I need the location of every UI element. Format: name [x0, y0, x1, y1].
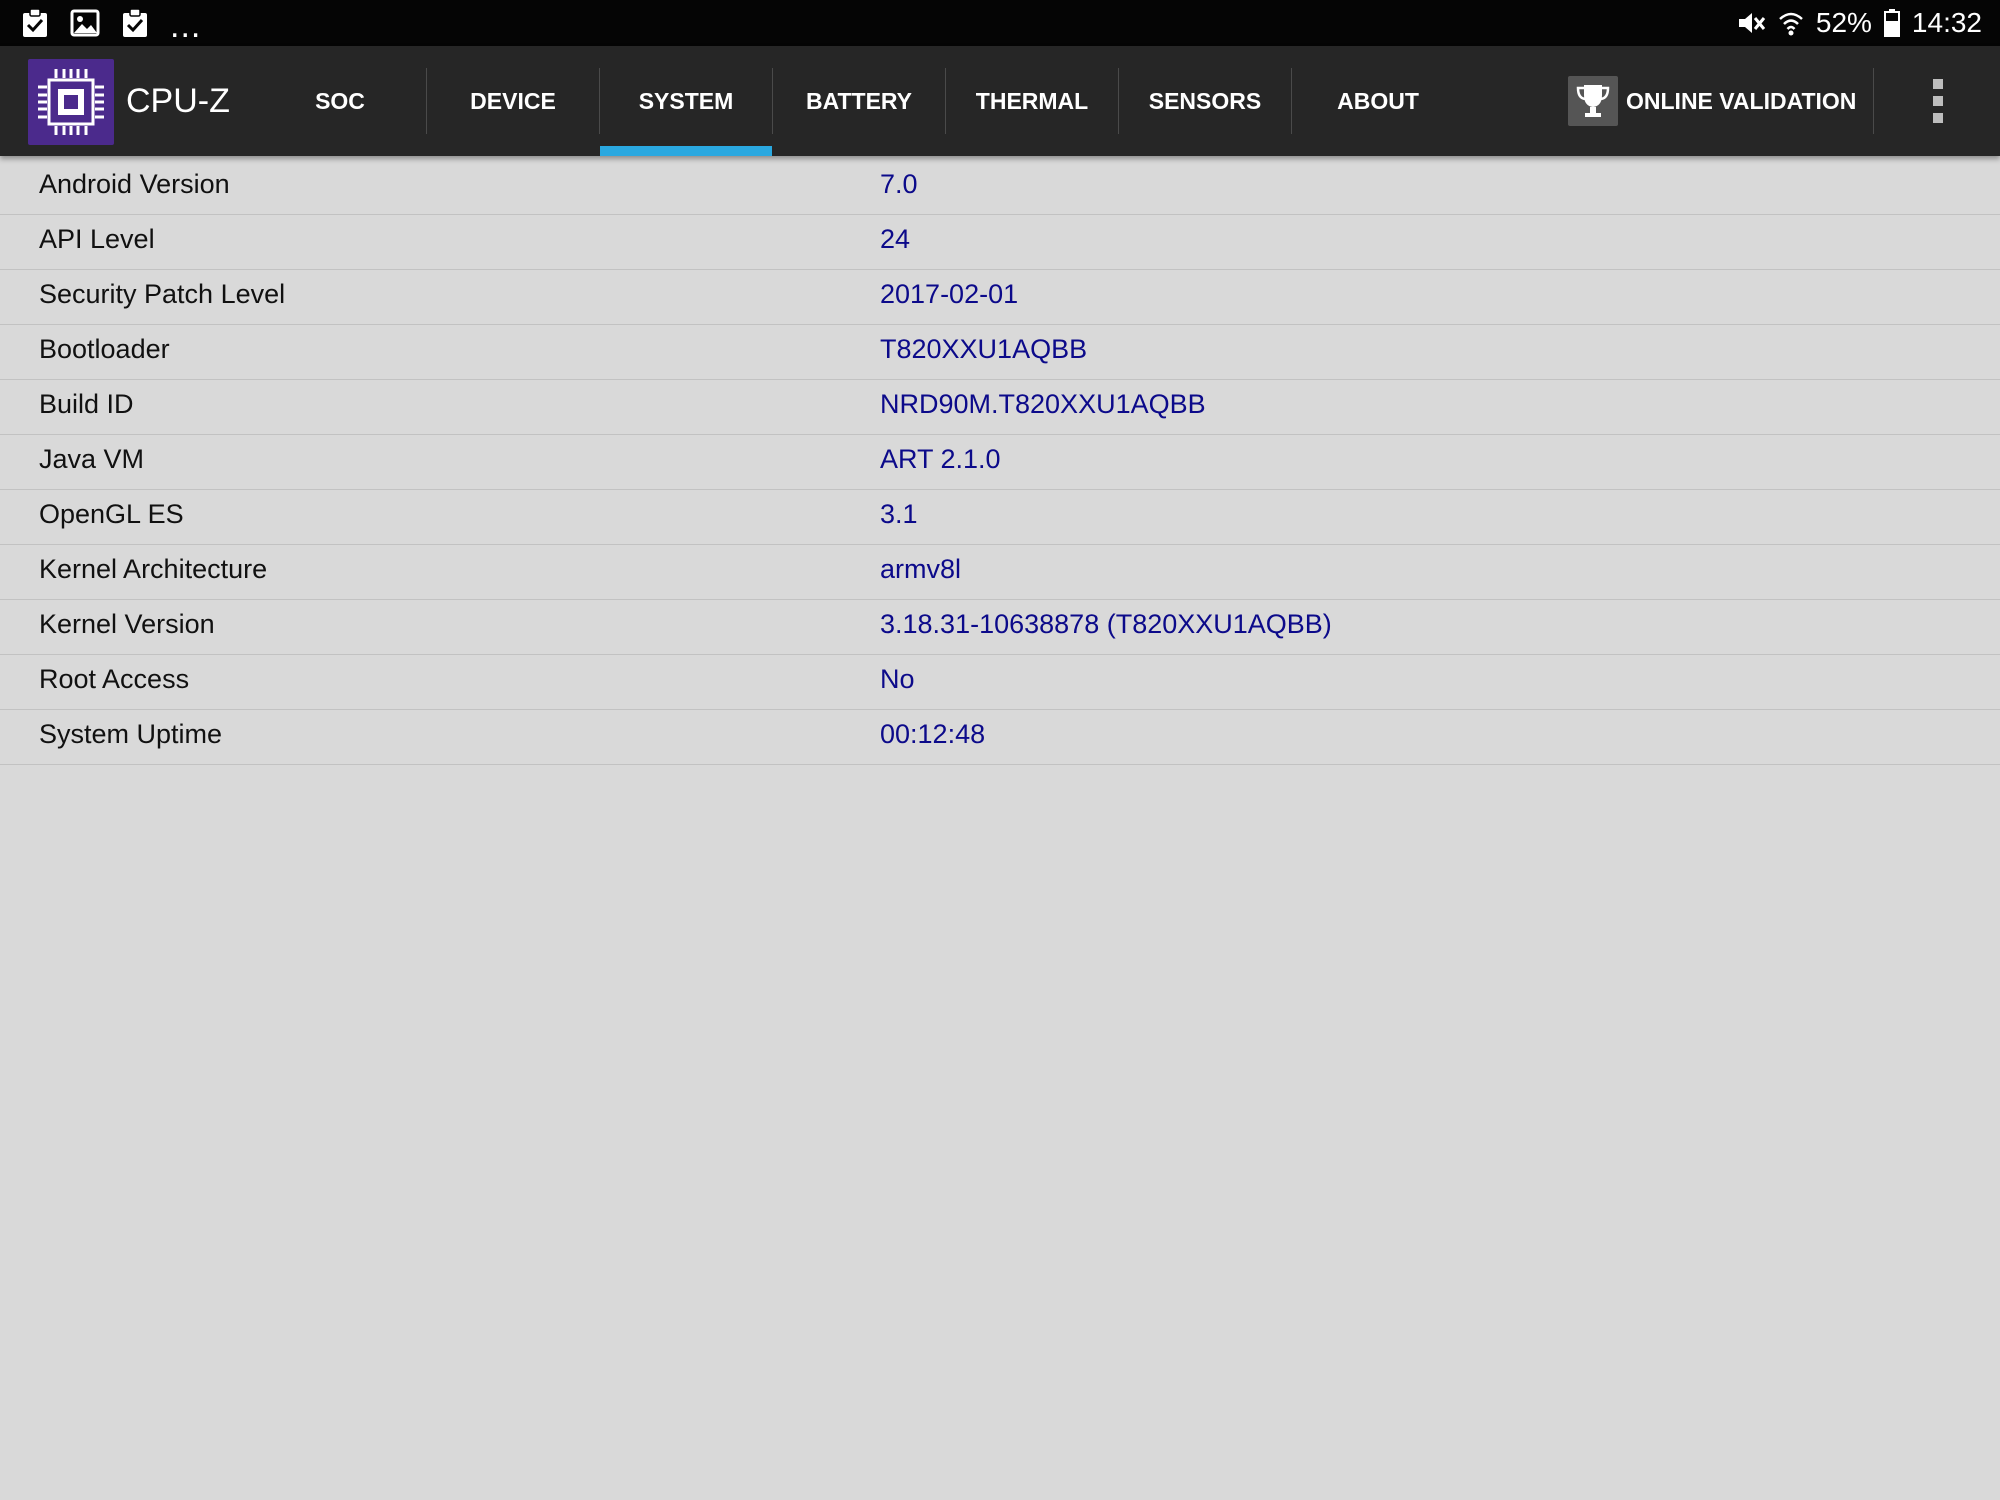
tab-bar: SOC DEVICE SYSTEM BATTERY THERMAL SENSOR…	[254, 46, 1464, 156]
row-label: API Level	[39, 224, 155, 254]
app-title: CPU-Z	[126, 82, 230, 120]
row-label: Root Access	[39, 664, 190, 694]
battery-icon	[1883, 9, 1900, 37]
overflow-menu-icon[interactable]	[1918, 79, 1958, 123]
row-value: armv8l	[880, 554, 962, 584]
row-label: Java VM	[39, 444, 145, 474]
row-label: Kernel Version	[39, 609, 215, 639]
row-value: 2017-02-01	[880, 279, 1019, 309]
system-info-table: Android Version 7.0 API Level 24 Securit…	[0, 160, 2000, 765]
row-value: T820XXU1AQBB	[880, 334, 1088, 364]
table-row: Root Access No	[0, 655, 2000, 710]
row-label: OpenGL ES	[39, 499, 184, 529]
row-label: System Uptime	[39, 719, 223, 749]
table-row: System Uptime 00:12:48	[0, 710, 2000, 765]
row-label: Android Version	[39, 169, 230, 199]
table-row: OpenGL ES 3.1	[0, 490, 2000, 545]
table-row: Security Patch Level 2017-02-01	[0, 270, 2000, 325]
row-value: NRD90M.T820XXU1AQBB	[880, 389, 1206, 419]
mute-icon	[1736, 8, 1766, 38]
system-status-area: 52% 14:32	[1736, 5, 1982, 41]
row-value: 00:12:48	[880, 719, 986, 749]
image-icon	[70, 8, 100, 38]
row-value: 3.1	[880, 499, 918, 529]
more-notifications-indicator: ...	[170, 7, 202, 45]
table-row: Build ID NRD90M.T820XXU1AQBB	[0, 380, 2000, 435]
online-validation-button[interactable]: ONLINE VALIDATION	[1568, 46, 1856, 156]
tab-battery[interactable]: BATTERY	[773, 46, 945, 156]
battery-percent: 52%	[1815, 7, 1872, 38]
row-value: ART 2.1.0	[880, 444, 1001, 474]
notification-icons: ...	[20, 7, 202, 45]
row-label: Build ID	[39, 389, 134, 419]
trophy-icon	[1568, 76, 1618, 126]
online-validation-label: ONLINE VALIDATION	[1626, 87, 1857, 114]
table-row: API Level 24	[0, 215, 2000, 270]
cpu-chip-icon	[28, 59, 114, 145]
row-value: No	[880, 664, 915, 694]
tab-sensors[interactable]: SENSORS	[1119, 46, 1291, 156]
tab-thermal[interactable]: THERMAL	[946, 46, 1118, 156]
tab-system[interactable]: SYSTEM	[600, 46, 772, 156]
row-value: 3.18.31-10638878 (T820XXU1AQBB)	[880, 609, 1332, 639]
tab-about[interactable]: ABOUT	[1292, 46, 1464, 156]
row-label: Security Patch Level	[39, 279, 286, 309]
clipboard-check-icon	[20, 8, 50, 38]
row-value: 7.0	[880, 169, 918, 199]
table-row: Android Version 7.0	[0, 160, 2000, 215]
app-bar: CPU-Z SOC DEVICE SYSTEM BATTERY THERMAL …	[0, 46, 2000, 156]
table-row: Kernel Version 3.18.31-10638878 (T820XXU…	[0, 600, 2000, 655]
row-value: 24	[880, 224, 911, 254]
tab-soc[interactable]: SOC	[254, 46, 426, 156]
table-row: Kernel Architecture armv8l	[0, 545, 2000, 600]
table-row: Java VM ART 2.1.0	[0, 435, 2000, 490]
toolbar-divider	[1873, 68, 1874, 134]
table-row: Bootloader T820XXU1AQBB	[0, 325, 2000, 380]
wifi-icon	[1778, 8, 1804, 38]
clock: 14:32	[1911, 7, 1982, 38]
row-label: Kernel Architecture	[39, 554, 268, 584]
status-bar: ... 52% 14:32	[0, 0, 2000, 46]
tab-device[interactable]: DEVICE	[427, 46, 599, 156]
clipboard-check-icon	[120, 8, 150, 38]
row-label: Bootloader	[39, 334, 170, 364]
